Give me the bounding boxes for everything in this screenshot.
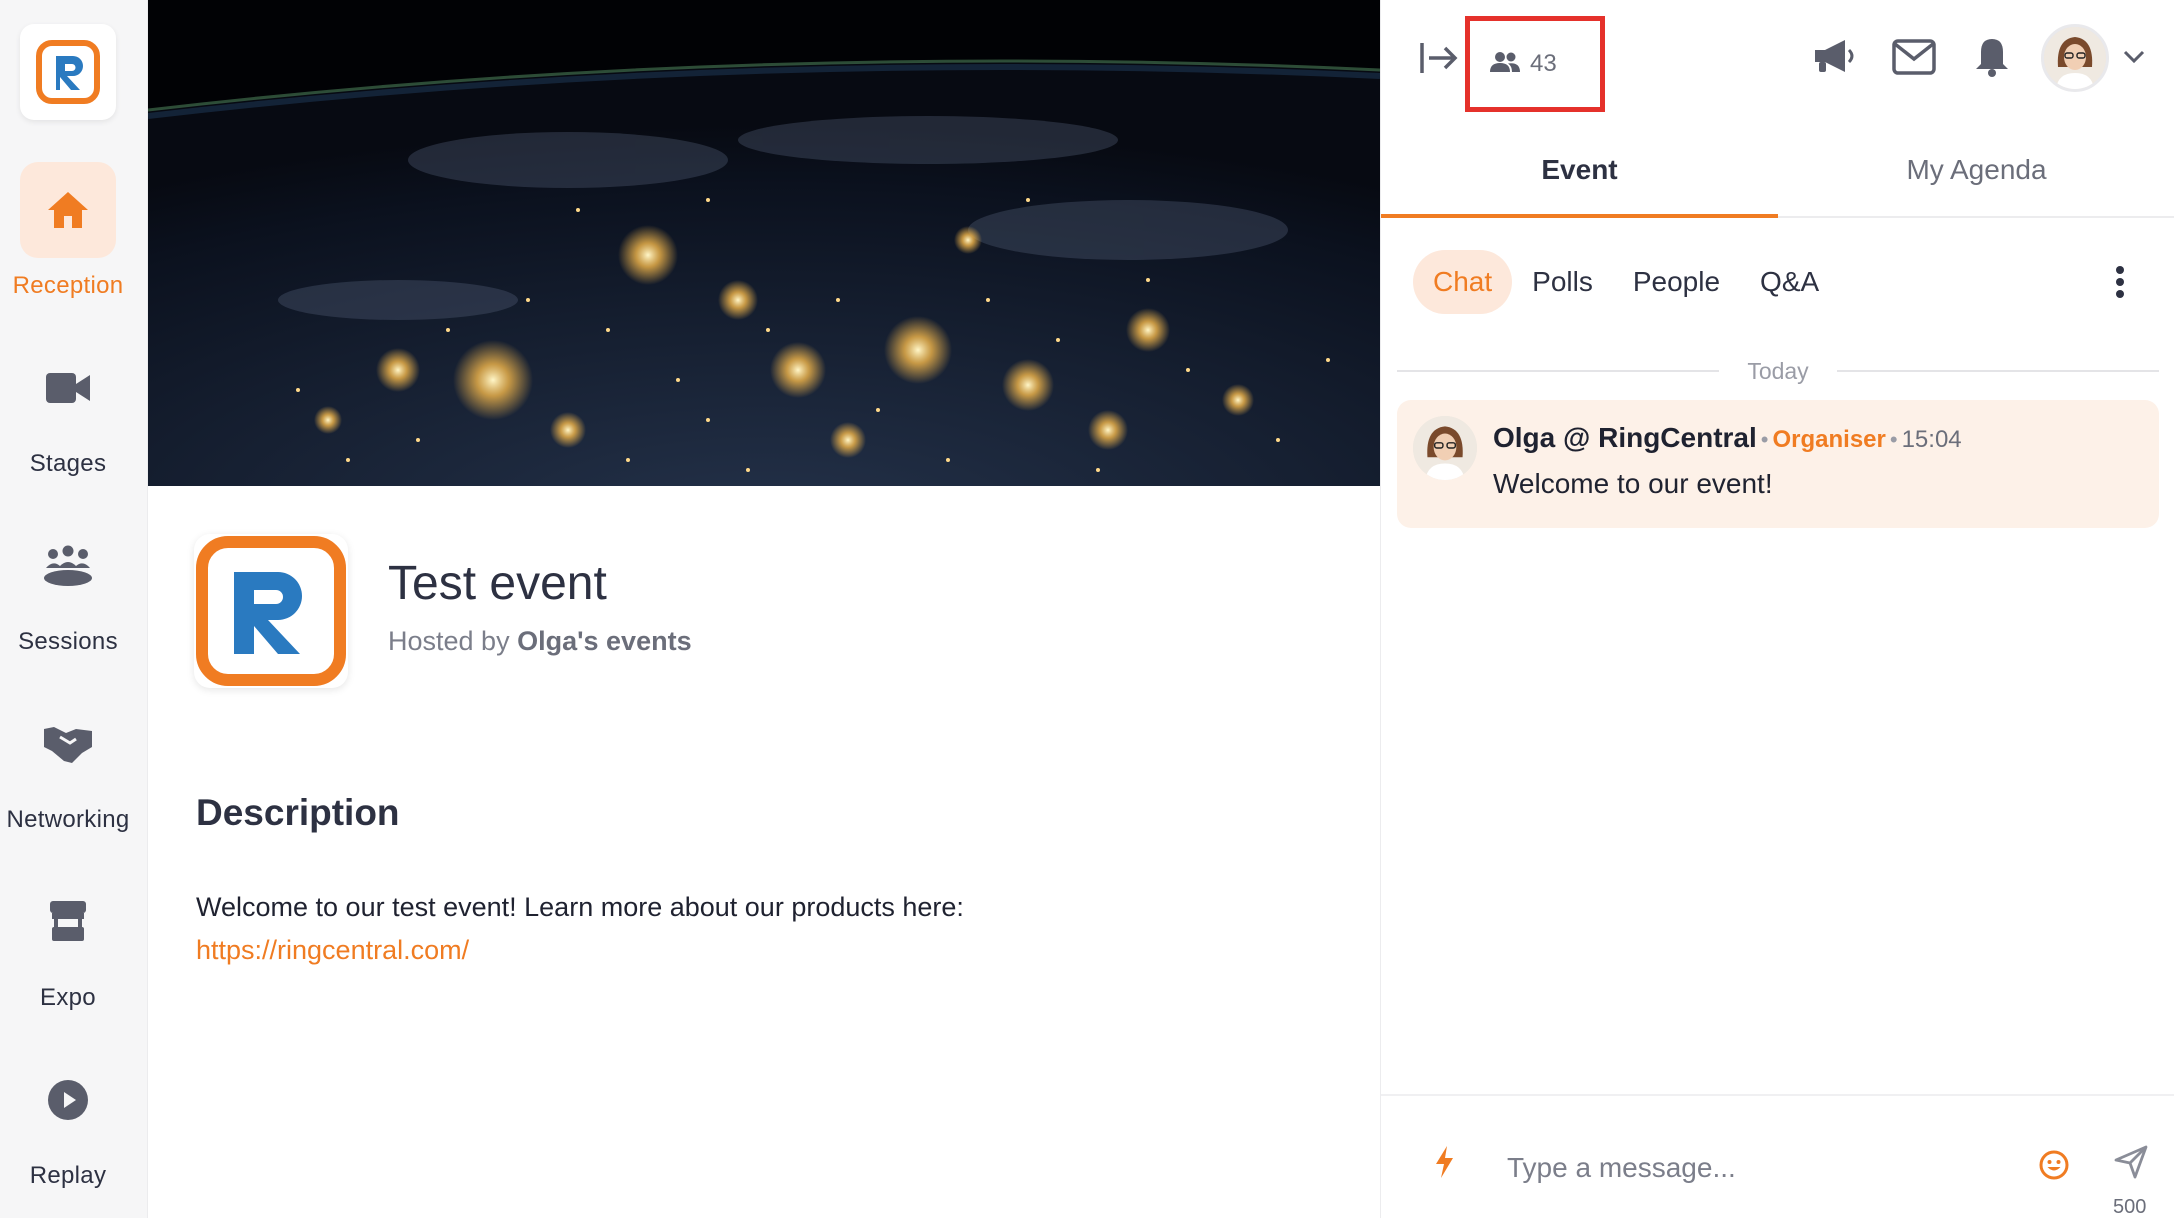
sidebar: Reception Stages Sessions Networking Exp… bbox=[0, 0, 148, 1218]
booth-icon bbox=[20, 874, 116, 970]
event-host-name[interactable]: Olga's events bbox=[517, 626, 692, 656]
app-logo[interactable] bbox=[20, 24, 116, 120]
emoji-icon[interactable] bbox=[2037, 1148, 2071, 1182]
message-input[interactable] bbox=[1507, 1146, 1987, 1190]
main-content: Test event Hosted by Olga's events Descr… bbox=[148, 0, 1380, 1218]
panel-main-tabs: Event My Agenda bbox=[1381, 138, 2174, 218]
description-heading: Description bbox=[196, 792, 400, 833]
hosted-by-label: Hosted by bbox=[388, 626, 510, 656]
day-separator-label: Today bbox=[1747, 357, 1809, 384]
description-text: Welcome to our test event! Learn more ab… bbox=[196, 892, 964, 922]
message-author-avatar[interactable] bbox=[1413, 416, 1477, 480]
sidebar-item-sessions[interactable]: Sessions bbox=[0, 518, 136, 656]
event-host-line: Hosted by Olga's events bbox=[388, 626, 692, 657]
tab-my-agenda[interactable]: My Agenda bbox=[1778, 138, 2174, 218]
user-avatar[interactable] bbox=[2041, 24, 2109, 92]
message-time: 15:04 bbox=[1901, 426, 1962, 453]
tab-event[interactable]: Event bbox=[1381, 138, 1778, 218]
sidebar-item-label: Expo bbox=[40, 984, 96, 1011]
event-title: Test event bbox=[388, 557, 607, 610]
event-side-panel: 43 Event My Agenda Chat Polls People Q&A bbox=[1380, 0, 2174, 1218]
video-camera-icon bbox=[20, 340, 116, 436]
panel-sub-tabs: Chat Polls People Q&A bbox=[1413, 250, 1839, 314]
lightning-icon[interactable] bbox=[1429, 1142, 1459, 1182]
attendee-count-button[interactable]: 43 bbox=[1465, 16, 1605, 112]
megaphone-icon[interactable] bbox=[1809, 34, 1859, 80]
sidebar-item-reception[interactable]: Reception bbox=[0, 162, 136, 300]
tab-qa[interactable]: Q&A bbox=[1740, 250, 1839, 314]
collapse-panel-icon[interactable] bbox=[1417, 36, 1461, 80]
people-icon bbox=[1490, 51, 1520, 78]
bell-icon[interactable] bbox=[1969, 32, 2015, 82]
message-author[interactable]: Olga @ RingCentral bbox=[1493, 422, 1757, 453]
message-author-role: Organiser bbox=[1772, 426, 1886, 453]
message-composer: 500 bbox=[1381, 1094, 2174, 1218]
home-icon bbox=[20, 162, 116, 258]
sidebar-item-label: Reception bbox=[12, 272, 124, 299]
sidebar-item-networking[interactable]: Networking bbox=[0, 696, 136, 834]
sidebar-item-replay[interactable]: Replay bbox=[0, 1052, 136, 1190]
play-icon bbox=[20, 1052, 116, 1148]
description-link[interactable]: https://ringcentral.com/ bbox=[196, 935, 469, 966]
sidebar-item-stages[interactable]: Stages bbox=[0, 340, 136, 478]
handshake-icon bbox=[20, 696, 116, 792]
tab-people[interactable]: People bbox=[1613, 250, 1740, 314]
sidebar-item-label: Stages bbox=[29, 450, 107, 477]
sidebar-item-expo[interactable]: Expo bbox=[0, 874, 136, 1012]
chevron-down-icon[interactable] bbox=[2121, 44, 2147, 70]
day-separator: Today bbox=[1397, 356, 2159, 386]
send-icon[interactable] bbox=[2111, 1142, 2151, 1182]
event-logo bbox=[194, 534, 348, 688]
event-banner-image bbox=[148, 0, 1380, 486]
tab-chat[interactable]: Chat bbox=[1413, 250, 1513, 314]
sidebar-item-label: Sessions bbox=[18, 628, 118, 655]
mail-icon[interactable] bbox=[1889, 34, 1939, 80]
character-limit: 500 bbox=[2113, 1196, 2147, 1218]
more-options-icon[interactable] bbox=[2105, 262, 2135, 302]
message-header: Olga @ RingCentral • Organiser • 15:04 bbox=[1493, 422, 1962, 453]
message-text: Welcome to our event! bbox=[1493, 468, 1773, 499]
group-icon bbox=[20, 518, 116, 614]
chat-message: Olga @ RingCentral • Organiser • 15:04 Welco… bbox=[1397, 400, 2159, 528]
tab-polls[interactable]: Polls bbox=[1512, 250, 1613, 314]
sidebar-item-label: Replay bbox=[29, 1162, 107, 1189]
sidebar-item-label: Networking bbox=[6, 806, 130, 833]
attendee-count: 43 bbox=[1530, 50, 1557, 77]
